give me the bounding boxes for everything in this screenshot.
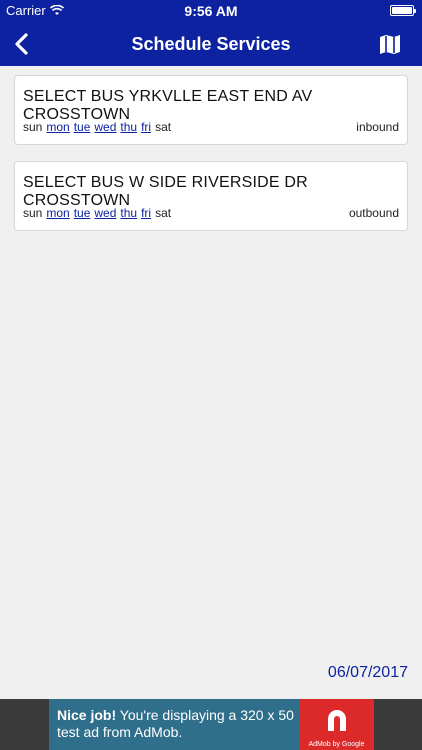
day-wed: wed (94, 120, 117, 134)
map-icon (380, 35, 400, 54)
day-fri: fri (141, 206, 152, 220)
schedule-date: 06/07/2017 (327, 664, 408, 681)
service-direction: outbound (348, 206, 399, 220)
battery-icon (390, 5, 416, 16)
service-direction: inbound (356, 120, 399, 134)
day-fri: fri (141, 120, 152, 134)
ad-headline: Nice job! (57, 707, 117, 723)
map-button[interactable] (378, 32, 402, 56)
service-card[interactable]: SELECT BUS YRKVLLE EAST END AV CROSSTOWN… (14, 75, 408, 145)
day-thu: thu (120, 120, 138, 134)
page-title: Schedule Services (131, 34, 291, 54)
admob-icon (328, 710, 346, 731)
service-days: sun mon tue wed thu fri sat (23, 206, 171, 220)
status-time: 9:56 AM (184, 3, 238, 19)
status-bar: Carrier 9:56 AM (0, 0, 422, 22)
service-title: SELECT BUS YRKVLLE EAST END AV CROSSTOWN (23, 88, 313, 123)
day-mon: mon (46, 120, 70, 134)
day-thu: thu (120, 206, 138, 220)
service-card[interactable]: SELECT BUS W SIDE RIVERSIDE DR CROSSTOWN… (14, 161, 408, 231)
day-sun: sun (23, 206, 43, 220)
day-tue: tue (73, 206, 91, 220)
nav-bar: Schedule Services (0, 22, 422, 66)
admob-caption: AdMob by Google (308, 741, 365, 748)
service-title: SELECT BUS W SIDE RIVERSIDE DR CROSSTOWN (23, 174, 308, 209)
day-mon: mon (46, 206, 70, 220)
day-sat: sat (155, 120, 172, 134)
service-days: sun mon tue wed thu fri sat (23, 120, 171, 134)
day-wed: wed (94, 206, 117, 220)
app-header: Carrier 9:56 AM Schedule Services (0, 0, 422, 66)
day-sat: sat (155, 206, 172, 220)
ad-text[interactable]: Nice job! You're displaying a 320 x 50 t… (57, 707, 307, 741)
admob-logo[interactable]: AdMob by Google (299, 699, 374, 750)
ad-content[interactable]: Nice job! You're displaying a 320 x 50 t… (49, 699, 374, 750)
day-sun: sun (23, 120, 43, 134)
day-tue: tue (73, 120, 91, 134)
ad-banner[interactable]: Nice job! You're displaying a 320 x 50 t… (0, 699, 422, 750)
